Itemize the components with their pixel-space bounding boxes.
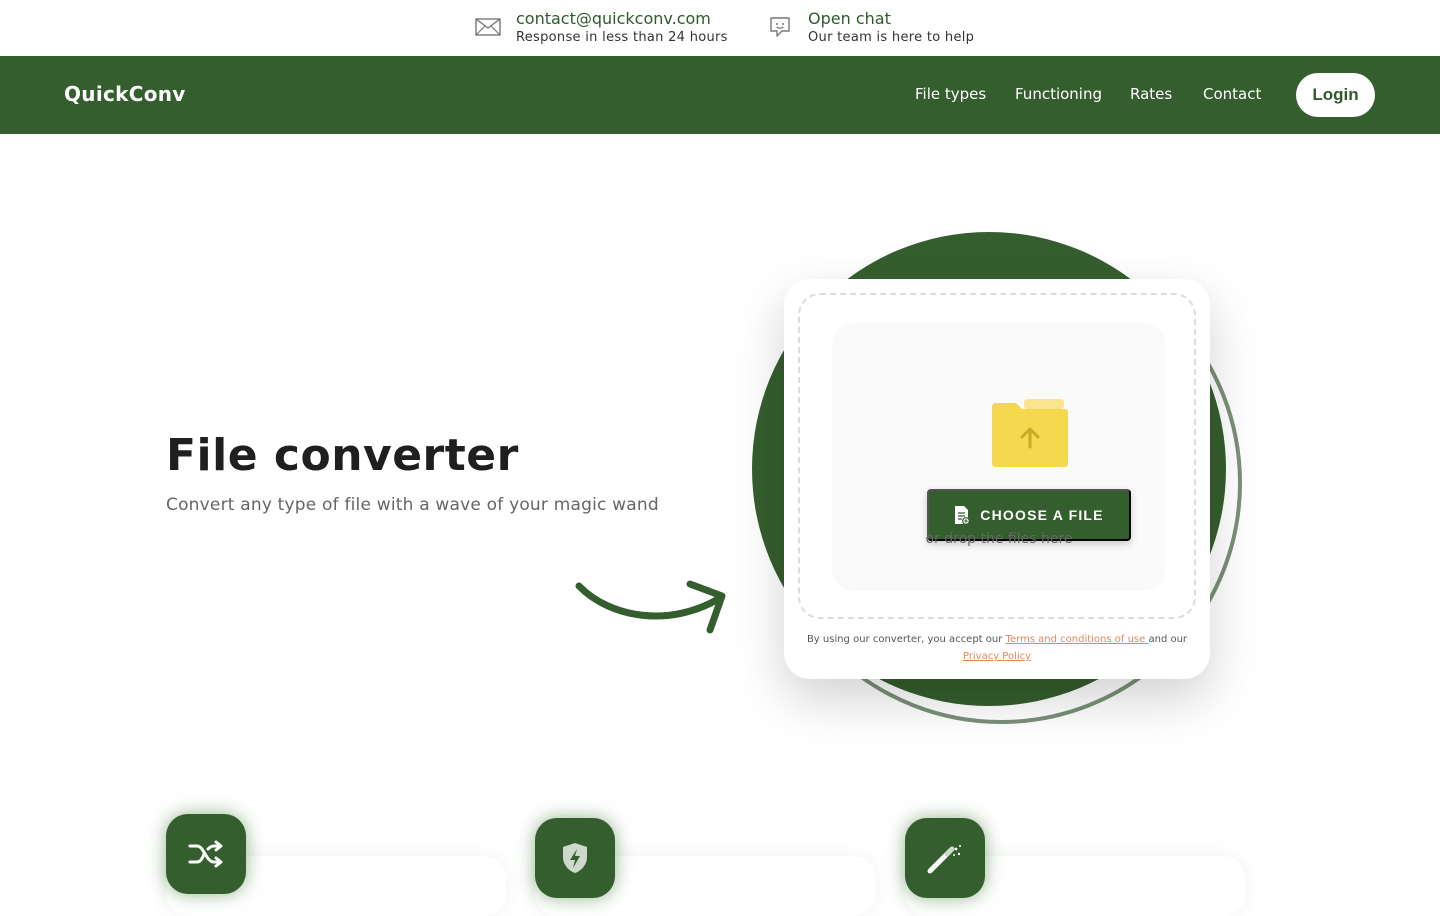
terms-middle: and our: [1148, 634, 1188, 645]
nav-functioning[interactable]: Functioning: [1015, 85, 1102, 103]
email-response-time: Response in less than 24 hours: [516, 30, 728, 45]
shield-bolt-icon: [535, 818, 615, 898]
terms-prefix: By using our converter, you accept our: [806, 634, 1006, 645]
top-contact-bar: contact@quickconv.com Response in less t…: [0, 0, 1440, 56]
login-button[interactable]: Login: [1296, 73, 1375, 117]
dropzone-inner: CHOOSE A FILE: [832, 323, 1166, 591]
nav-file-types[interactable]: File types: [915, 85, 986, 103]
folder-upload-icon: [990, 399, 1070, 475]
terms-notice: By using our converter, you accept our T…: [798, 631, 1196, 665]
upload-card: CHOOSE A FILE or drop the files here By …: [784, 279, 1210, 679]
curved-arrow-icon: [570, 570, 735, 644]
chat-bubble-icon: [766, 13, 794, 41]
privacy-policy-link[interactable]: Privacy Policy: [963, 651, 1031, 662]
shuffle-icon: [166, 814, 246, 894]
file-add-icon: [955, 506, 971, 525]
magic-wand-icon: [905, 818, 985, 898]
open-chat-label[interactable]: Open chat: [808, 8, 974, 30]
envelope-icon: [474, 13, 502, 41]
hero-subtitle: Convert any type of file with a wave of …: [166, 495, 659, 515]
brand-logo[interactable]: QuickConv: [64, 82, 186, 106]
choose-file-label: CHOOSE A FILE: [980, 507, 1104, 523]
open-chat[interactable]: Open chat Our team is here to help: [766, 8, 974, 46]
email-contact[interactable]: contact@quickconv.com Response in less t…: [474, 8, 728, 46]
drop-files-hint: or drop the files here: [925, 531, 1073, 547]
hero-title: File converter: [166, 430, 519, 481]
email-address[interactable]: contact@quickconv.com: [516, 8, 728, 30]
nav-contact[interactable]: Contact: [1203, 85, 1261, 103]
main-navbar: QuickConv File types Functioning Rates C…: [0, 56, 1440, 134]
file-dropzone[interactable]: CHOOSE A FILE or drop the files here: [798, 293, 1196, 619]
terms-link[interactable]: Terms and conditions of use: [1006, 634, 1149, 645]
chat-help-text: Our team is here to help: [808, 30, 975, 45]
nav-rates[interactable]: Rates: [1130, 85, 1172, 103]
